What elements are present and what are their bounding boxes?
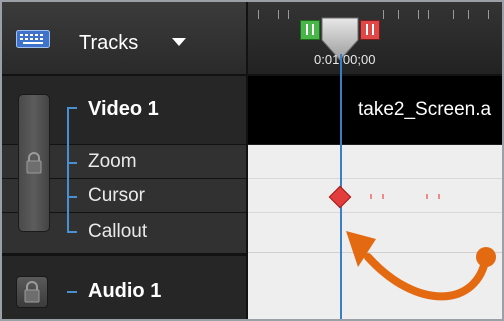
subtrack-callout-label: Callout [88,221,148,242]
subtrack-cursor-label: Cursor [88,185,146,206]
out-point-marker[interactable] [360,20,380,40]
tracks-header: Tracks [2,2,246,76]
clip-label: take2_Screen.a [358,99,492,120]
tree-branch-audio [67,291,77,293]
ruler-tick [258,10,259,19]
pause-icon [306,24,314,35]
pause-icon [366,24,374,35]
time-ruler[interactable]: 0:01:00;00 [248,2,502,76]
keyframe-tick [382,194,384,199]
ruler-tick [468,10,469,19]
ruler-tick [488,10,489,19]
playhead-time-readout: 0:01:00;00 [314,52,376,67]
keyboard-icon [16,30,50,48]
lane-divider [248,178,502,179]
audio-lock-toggle[interactable] [16,276,48,308]
ruler-tick [428,10,429,19]
keyframe-tick [426,194,428,199]
triangle-down-icon[interactable] [172,38,186,46]
ruler-tick [288,10,289,19]
ruler-tick [418,10,419,19]
track-list-panel: Tracks Video 1 Zoom Cursor Callout Audio… [2,2,248,319]
lane-divider [248,212,502,213]
video-track-name: Video 1 [88,98,159,120]
lock-icon [24,281,40,303]
lock-icon [26,152,42,174]
tree-branch-cursor [67,196,77,198]
tree-branch-video [67,107,77,109]
ruler-tick [398,10,399,19]
subtrack-zoom-label: Zoom [88,151,137,172]
track-tree-line [67,107,69,232]
timeline-window: Tracks Video 1 Zoom Cursor Callout Audio… [0,0,504,321]
ruler-tick [453,10,454,19]
curved-arrow-annotation-icon [346,231,496,301]
keyframe-tick [438,194,440,199]
tree-branch-zoom [67,162,77,164]
video-lock-toggle[interactable] [18,94,50,232]
timeline-area: 0:01:00;00 take2_Screen.a [248,2,502,319]
tree-branch-callout [67,231,77,233]
video-clip[interactable]: take2_Screen.a [248,76,502,144]
ruler-tick [278,10,279,19]
keyframe-tick [370,194,372,199]
tracks-menu-label[interactable]: Tracks [79,32,138,55]
in-point-marker[interactable] [300,20,320,40]
ruler-tick [383,10,384,19]
audio-track-name: Audio 1 [88,280,162,302]
